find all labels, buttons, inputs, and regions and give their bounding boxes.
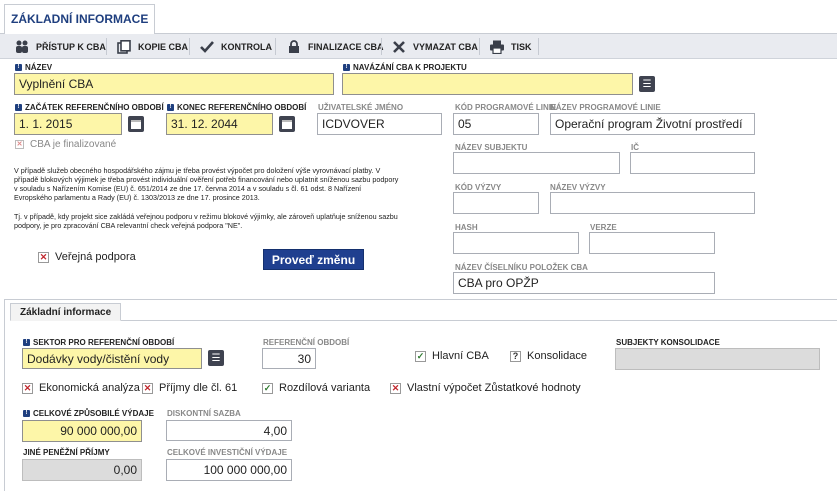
required-icon: ! bbox=[23, 339, 30, 346]
list-select-icon[interactable]: ☰ bbox=[208, 350, 224, 366]
users-icon bbox=[14, 39, 30, 55]
celkove-label: ! CELKOVÉ ZPŮSOBILÉ VÝDAJE bbox=[23, 409, 154, 418]
toolbar-divider bbox=[189, 38, 190, 55]
hash-input bbox=[453, 232, 579, 254]
calendar-icon[interactable] bbox=[279, 116, 295, 132]
navazani-label: ! NAVÁZÁNÍ CBA K PROJEKTU bbox=[343, 63, 467, 72]
kod-prog-label: KÓD PROGRAMOVÉ LINIE bbox=[455, 103, 557, 112]
delete-cba-button[interactable]: VYMAZAT CBA bbox=[391, 34, 478, 59]
copy-cba-button[interactable]: KOPIE CBA bbox=[116, 34, 188, 59]
tab-zakladni-informace[interactable]: ZÁKLADNÍ INFORMACE bbox=[4, 4, 156, 35]
toolbar-divider bbox=[275, 38, 276, 55]
zacatek-input[interactable]: 1. 1. 2015 bbox=[14, 113, 122, 135]
required-icon: ! bbox=[15, 104, 22, 111]
toolbar-divider bbox=[479, 38, 480, 55]
nazev-prog-label: NÁZEV PROGRAMOVÉ LINIE bbox=[550, 103, 661, 112]
rozdilova-varianta-checkbox[interactable]: ✓ Rozdílová varianta bbox=[262, 382, 370, 394]
celkove-input[interactable]: 90 000 000,00 bbox=[22, 420, 142, 442]
investicni-label: CELKOVÉ INVESTIČNÍ VÝDAJE bbox=[167, 448, 288, 457]
jine-input: 0,00 bbox=[22, 459, 142, 481]
diskontni-input[interactable]: 4,00 bbox=[166, 420, 292, 441]
sektor-input[interactable]: Dodávky vody/čistění vody bbox=[22, 348, 202, 369]
toolbar: PŘÍSTUP K CBA KOPIE CBA KONTROLA FINALIZ… bbox=[0, 34, 837, 59]
subjekty-input bbox=[615, 348, 820, 370]
note-snizena-sazba: Tj. v případě, kdy projekt sice zakládá … bbox=[14, 212, 398, 230]
delete-icon bbox=[391, 39, 407, 55]
tab-zakladni-informace-inner[interactable]: Základní informace bbox=[10, 303, 122, 321]
kod-vyzvy-input bbox=[453, 192, 539, 214]
uzivatel-label: UŽIVATELSKÉ JMÉNO bbox=[318, 103, 404, 112]
nazev-subjektu-label: NÁZEV SUBJEKTU bbox=[455, 143, 528, 152]
finalizovano-checkbox: ✕ CBA je finalizované bbox=[15, 139, 117, 150]
nazev-prog-input: Operační program Životní prostředí bbox=[550, 113, 755, 135]
access-cba-button[interactable]: PŘÍSTUP K CBA bbox=[14, 34, 106, 59]
konec-input[interactable]: 31. 12. 2044 bbox=[166, 113, 273, 135]
x-icon: ✕ bbox=[38, 251, 49, 263]
verze-input bbox=[589, 232, 715, 254]
note-vyrovnavaci-platba: V případě služeb obecného hospodářského … bbox=[14, 166, 399, 202]
uzivatel-input: ICDVOVER bbox=[317, 113, 442, 135]
toolbar-divider bbox=[538, 38, 539, 55]
ciselnik-label: NÁZEV ČÍSELNÍKU POLOŽEK CBA bbox=[455, 263, 588, 272]
x-icon: ✕ bbox=[15, 140, 24, 149]
vlastni-vypocet-checkbox[interactable]: ✕ Vlastní výpočet Zůstatkové hodnoty bbox=[390, 382, 581, 394]
finalizace-button[interactable]: FINALIZACE CBA bbox=[286, 34, 384, 59]
nazev-subjektu-input bbox=[453, 152, 620, 174]
kod-prog-input: 05 bbox=[453, 113, 539, 135]
ref-obdobi-label: REFERENČNÍ OBDOBÍ bbox=[263, 338, 350, 347]
calendar-icon[interactable] bbox=[128, 116, 144, 132]
nazev-label: ! NÁZEV bbox=[15, 63, 52, 72]
checkmark-icon: ✓ bbox=[415, 350, 426, 362]
x-icon: ✕ bbox=[390, 382, 401, 394]
x-icon: ✕ bbox=[22, 382, 33, 394]
kontrola-label: KONTROLA bbox=[221, 41, 272, 52]
copy-cba-label: KOPIE CBA bbox=[138, 41, 189, 52]
zacatek-label: ! ZAČÁTEK REFERENČNÍHO OBDOBÍ bbox=[15, 103, 164, 112]
kontrola-button[interactable]: KONTROLA bbox=[199, 34, 272, 59]
access-cba-label: PŘÍSTUP K CBA bbox=[36, 41, 106, 52]
hash-label: HASH bbox=[455, 223, 478, 232]
verze-label: VERZE bbox=[590, 223, 617, 232]
print-button[interactable]: TISK bbox=[489, 34, 532, 59]
copy-icon bbox=[116, 39, 132, 55]
required-icon: ! bbox=[15, 64, 22, 71]
nazev-vyzvy-label: NÁZEV VÝZVY bbox=[550, 183, 606, 192]
nazev-vyzvy-input bbox=[550, 192, 755, 214]
konec-label: ! KONEC REFERENČNÍHO OBDOBÍ bbox=[167, 103, 306, 112]
list-select-icon[interactable]: ☰ bbox=[639, 76, 655, 92]
ekonomicka-analyza-checkbox[interactable]: ✕ Ekonomická analýza bbox=[22, 382, 140, 394]
required-icon: ! bbox=[167, 104, 174, 111]
checkmark-icon: ✓ bbox=[262, 382, 273, 394]
lock-icon bbox=[286, 39, 302, 55]
ic-input bbox=[630, 152, 755, 174]
konsolidace-checkbox[interactable]: ? Konsolidace bbox=[510, 350, 587, 362]
subjekty-label: SUBJEKTY KONSOLIDACE bbox=[616, 338, 720, 347]
proved-zmenu-button[interactable]: Proveď změnu bbox=[263, 249, 364, 270]
print-label: TISK bbox=[511, 41, 532, 52]
jine-label: JINÉ PENĚŽNÍ PŘÍJMY bbox=[23, 448, 110, 457]
verejna-podpora-checkbox[interactable]: ✕ Veřejná podpora bbox=[38, 251, 136, 263]
print-icon bbox=[489, 39, 505, 55]
x-icon: ✕ bbox=[142, 382, 153, 394]
ic-label: IČ bbox=[631, 143, 639, 152]
kod-vyzvy-label: KÓD VÝZVY bbox=[455, 183, 502, 192]
prijmy-checkbox[interactable]: ✕ Příjmy dle čl. 61 bbox=[142, 382, 237, 394]
ref-obdobi-input[interactable]: 30 bbox=[262, 348, 316, 369]
nazev-input[interactable]: Vyplnění CBA bbox=[14, 73, 334, 95]
ciselnik-input: CBA pro OPŽP bbox=[453, 272, 715, 294]
required-icon: ! bbox=[343, 64, 350, 71]
toolbar-divider bbox=[106, 38, 107, 55]
investicni-input: 100 000 000,00 bbox=[166, 459, 292, 481]
finalizace-label: FINALIZACE CBA bbox=[308, 41, 384, 52]
hlavni-cba-checkbox[interactable]: ✓ Hlavní CBA bbox=[415, 350, 489, 362]
diskontni-label: DISKONTNÍ SAZBA bbox=[167, 409, 241, 418]
question-icon: ? bbox=[510, 350, 521, 362]
delete-cba-label: VYMAZAT CBA bbox=[413, 41, 478, 52]
toolbar-divider bbox=[381, 38, 382, 55]
sektor-label: ! SEKTOR PRO REFERENČNÍ OBDOBÍ bbox=[23, 338, 174, 347]
navazani-input[interactable] bbox=[342, 73, 633, 95]
required-icon: ! bbox=[23, 410, 30, 417]
check-icon bbox=[199, 39, 215, 55]
tab-strip: ZÁKLADNÍ INFORMACE bbox=[0, 0, 837, 35]
